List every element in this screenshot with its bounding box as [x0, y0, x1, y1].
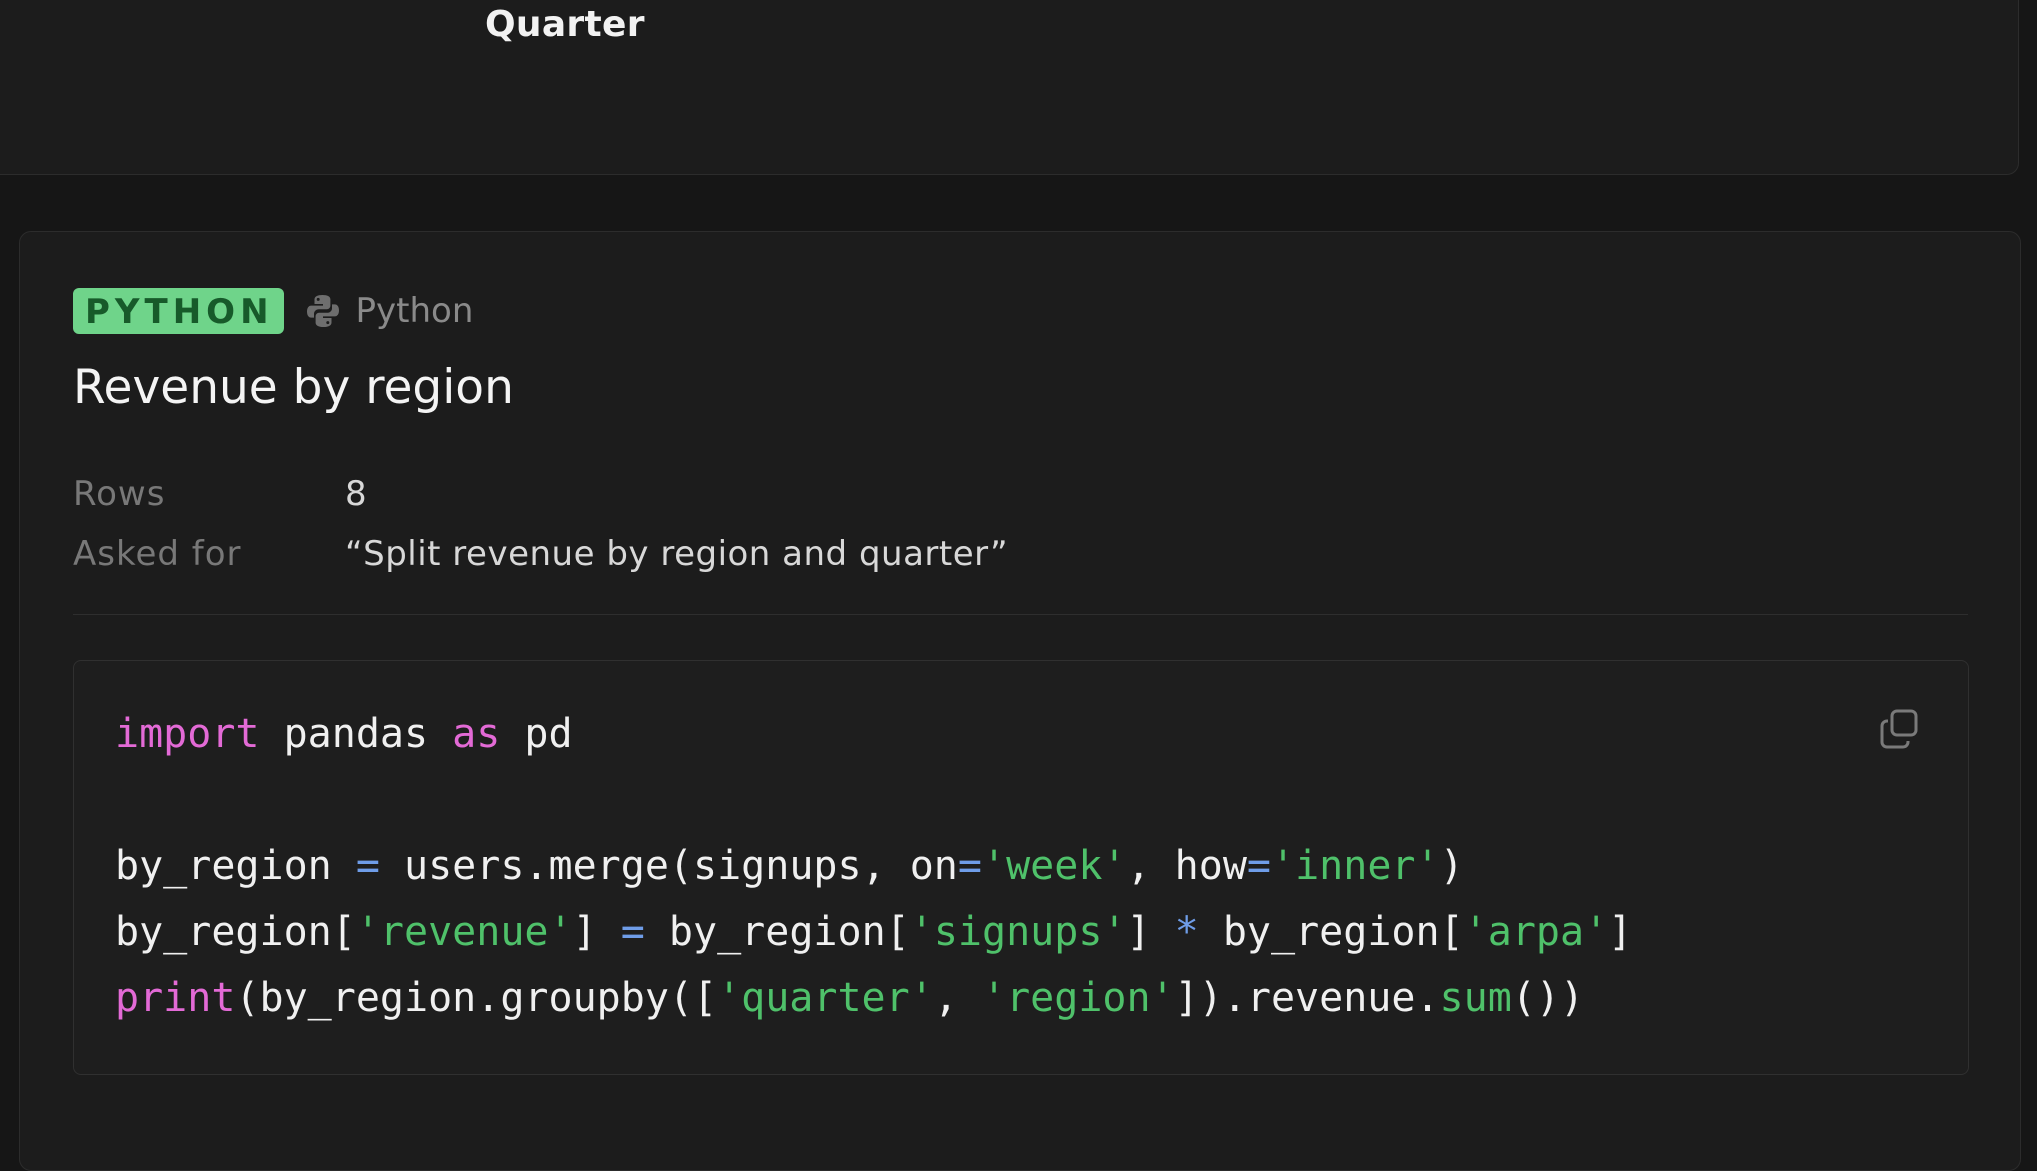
code-text: import pandas as pd by_region = users.me…: [115, 701, 1632, 1031]
code-line: print(by_region.groupby(['quarter', 'reg…: [115, 975, 1584, 1021]
cell-title: Revenue by region: [73, 360, 514, 415]
code-token: by_region: [115, 843, 356, 889]
code-token: ()): [1511, 975, 1585, 1021]
string-literal: 'signups': [909, 909, 1127, 955]
string-literal: 'week': [981, 843, 1127, 889]
column-label-quarter: Quarter: [485, 4, 645, 45]
code-token: by_region[: [644, 909, 910, 955]
code-line: import pandas as pd: [115, 711, 573, 757]
meta-value: 8: [345, 474, 368, 514]
code-line: by_region = users.merge(signups, on='wee…: [115, 843, 1464, 889]
language-name: Python: [355, 291, 474, 331]
code-token: , how: [1126, 843, 1247, 889]
string-literal: 'arpa': [1463, 909, 1609, 955]
copy-icon: [1880, 709, 1918, 749]
code-line: by_region['revenue'] = by_region['signup…: [115, 909, 1632, 955]
meta-key: Asked for: [73, 534, 242, 574]
string-literal: 'revenue': [355, 909, 573, 955]
code-block: import pandas as pd by_region = users.me…: [73, 660, 1969, 1075]
code-token: ]: [1126, 909, 1175, 955]
cell-metadata: Rows 8 Asked for “Split revenue by regio…: [73, 464, 1973, 584]
language-header: PYTHON Python: [73, 288, 473, 334]
divider: [73, 614, 1968, 615]
meta-key: Rows: [73, 474, 166, 514]
code-token: ]: [572, 909, 621, 955]
python-cell-card: PYTHON Python Revenue by region Rows 8 A…: [19, 231, 2021, 1171]
operator: =: [620, 909, 645, 955]
code-token: pandas: [259, 711, 453, 757]
operator: =: [1246, 843, 1271, 889]
keyword: as: [452, 711, 501, 757]
keyword: print: [115, 975, 236, 1021]
string-literal: 'region': [981, 975, 1175, 1021]
function-name: sum: [1439, 975, 1512, 1021]
previous-cell-card: Quarter: [0, 0, 2019, 175]
code-token: ]: [1608, 909, 1633, 955]
python-icon: [306, 293, 340, 329]
string-literal: 'quarter': [717, 975, 934, 1021]
code-token: by_region[: [1198, 909, 1464, 955]
keyword: import: [115, 711, 260, 757]
code-token: ]).revenue.: [1174, 975, 1440, 1021]
meta-row-asked-for: Asked for “Split revenue by region and q…: [73, 524, 1973, 584]
operator: =: [957, 843, 982, 889]
meta-value: “Split revenue by region and quarter”: [345, 534, 1009, 574]
code-token: by_region[: [115, 909, 356, 955]
operator: *: [1174, 909, 1199, 955]
copy-button[interactable]: [1878, 707, 1922, 751]
meta-row-rows: Rows 8: [73, 464, 1973, 524]
operator: =: [355, 843, 380, 889]
language-badge: PYTHON: [73, 288, 284, 334]
string-literal: 'inner': [1271, 843, 1440, 889]
code-token: pd: [500, 711, 573, 757]
code-token: (by_region.groupby([: [235, 975, 718, 1021]
code-token: ,: [933, 975, 982, 1021]
code-token: users.merge(signups, on: [379, 843, 958, 889]
code-token: ): [1439, 843, 1464, 889]
